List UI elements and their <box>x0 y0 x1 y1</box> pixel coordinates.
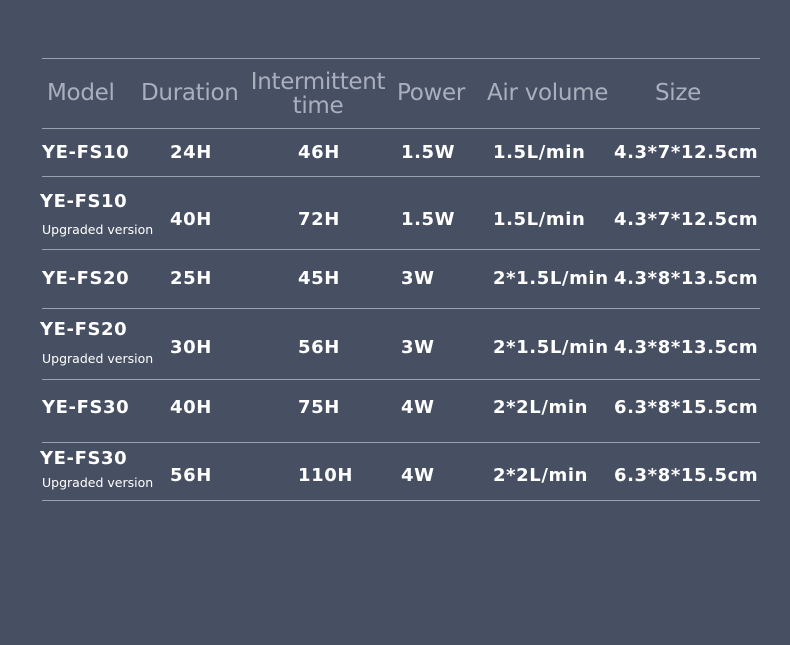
header-intermittent-line1: Intermittent <box>250 68 386 95</box>
table-header-row: Model Duration Intermittent time Power A… <box>42 59 760 129</box>
air-volume-value: 1.5L/min <box>493 209 586 230</box>
power-value: 1.5W <box>401 209 456 230</box>
air-volume-value: 1.5L/min <box>493 142 586 163</box>
model-name: YE-FS30 <box>40 448 128 469</box>
air-volume-value: 2*2L/min <box>493 465 589 486</box>
duration-value: 30H <box>170 337 212 358</box>
duration-value: 40H <box>170 209 212 230</box>
model-name: YE-FS30 <box>42 397 130 418</box>
model-name: YE-FS20 <box>40 319 128 340</box>
model-variant: Upgraded version <box>42 351 154 366</box>
duration-value: 40H <box>170 397 212 418</box>
power-value: 1.5W <box>401 142 456 163</box>
header-air-volume: Air volume <box>487 80 609 106</box>
header-intermittent-line2: time <box>292 92 344 119</box>
duration-value: 24H <box>170 142 212 163</box>
power-value: 4W <box>401 465 435 486</box>
air-volume-value: 2*1.5L/min <box>493 337 609 358</box>
header-size: Size <box>655 80 702 106</box>
spec-table: Model Duration Intermittent time Power A… <box>40 58 760 501</box>
power-value: 3W <box>401 268 435 289</box>
model-name: YE-FS10 <box>40 191 128 212</box>
header-power: Power <box>397 80 466 106</box>
air-volume-value: 2*2L/min <box>493 397 589 418</box>
size-value: 4.3*8*13.5cm <box>614 268 759 289</box>
intermittent-value: 56H <box>298 337 340 358</box>
table-row: YE-FS30 Upgraded version 56H 110H 4W 2*2… <box>40 443 760 501</box>
model-variant: Upgraded version <box>42 222 154 237</box>
header-model: Model <box>47 80 115 106</box>
header-intermittent-time: Intermittent time <box>249 59 387 128</box>
model-name: YE-FS20 <box>42 268 130 289</box>
table-row: YE-FS30 40H 75H 4W 2*2L/min 6.3*8*15.5cm <box>42 380 760 443</box>
size-value: 4.3*7*12.5cm <box>614 142 759 163</box>
model-variant: Upgraded version <box>42 475 154 490</box>
size-value: 6.3*8*15.5cm <box>614 397 759 418</box>
intermittent-value: 45H <box>298 268 340 289</box>
table-row: YE-FS20 25H 45H 3W 2*1.5L/min 4.3*8*13.5… <box>42 250 760 309</box>
size-value: 6.3*8*15.5cm <box>614 465 759 486</box>
size-value: 4.3*8*13.5cm <box>614 337 759 358</box>
intermittent-value: 72H <box>298 209 340 230</box>
intermittent-value: 46H <box>298 142 340 163</box>
power-value: 4W <box>401 397 435 418</box>
table-row: YE-FS10 24H 46H 1.5W 1.5L/min 4.3*7*12.5… <box>42 129 760 177</box>
header-duration: Duration <box>141 80 239 106</box>
air-volume-value: 2*1.5L/min <box>493 268 609 289</box>
model-name: YE-FS10 <box>42 142 130 163</box>
intermittent-value: 75H <box>298 397 340 418</box>
table-row: YE-FS20 Upgraded version 30H 56H 3W 2*1.… <box>40 309 760 380</box>
duration-value: 25H <box>170 268 212 289</box>
intermittent-value: 110H <box>298 465 354 486</box>
duration-value: 56H <box>170 465 212 486</box>
size-value: 4.3*7*12.5cm <box>614 209 759 230</box>
power-value: 3W <box>401 337 435 358</box>
table-row: YE-FS10 Upgraded version 40H 72H 1.5W 1.… <box>40 177 760 250</box>
